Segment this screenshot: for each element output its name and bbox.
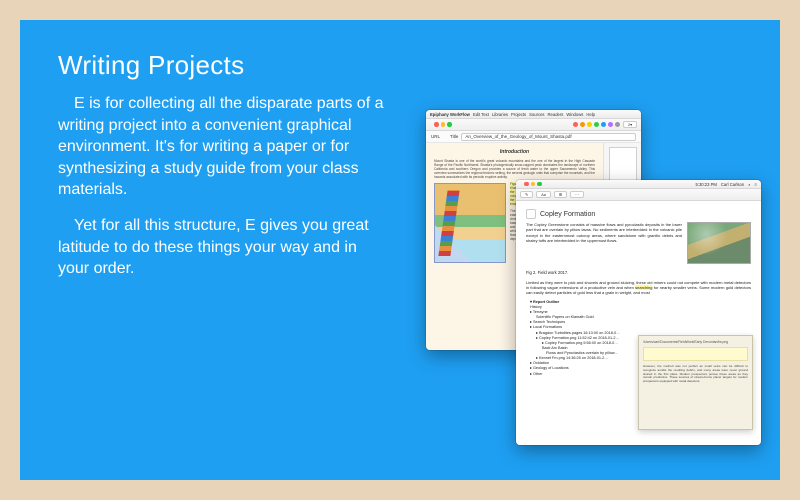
doc-heading: Introduction [434,149,595,155]
tag-orange[interactable] [580,122,585,127]
tag-purple[interactable] [608,122,613,127]
zoom-icon[interactable] [537,182,542,187]
url-label: URL [431,134,440,139]
menu-libraries[interactable]: Libraries [492,112,508,117]
figure-caption: Fig 2. Field work 2017. [526,270,751,276]
note-title: Copley Formation [540,211,595,218]
menu-edit-text[interactable]: Edit Text [473,112,489,117]
screenshot-group: Epiphany WorkFlow Edit Text Libraries Pr… [426,110,776,440]
page-title: Writing Projects [58,50,742,81]
note-body: Copley Formation The Copley Greenstone c… [516,201,761,445]
menu-bar: 5:30:23 PM Carl Carlson ⌕ ≡ [516,180,761,189]
file-path: /Users/carl/Documents/FieldWork/Early De… [643,340,748,344]
tag-gray[interactable] [615,122,620,127]
page-thumb[interactable] [609,147,637,183]
close-icon[interactable] [434,122,439,127]
tag-blue[interactable] [601,122,606,127]
panel-text: However, the method was not perfect as s… [643,365,748,384]
menu-sources[interactable]: Sources [529,112,544,117]
toolbar-button[interactable]: ⋯ [570,191,584,198]
intro-paragraph-1: E is for collecting all the disparate pa… [58,93,388,201]
title-label: Title [450,134,458,139]
user-name: Carl Carlson [721,182,744,187]
app-menu[interactable]: Epiphany WorkFlow [430,112,470,117]
minimize-icon[interactable] [531,182,536,187]
geology-map-figure [434,183,506,263]
highlighted-word: searching [635,285,652,290]
menu-help[interactable]: Help [586,112,595,117]
menu-windows[interactable]: Windows [566,112,583,117]
title-field[interactable] [461,133,636,141]
menu-projects[interactable]: Projects [511,112,526,117]
traffic-lights [520,180,546,188]
sticky-note[interactable] [643,347,748,361]
tag-green[interactable] [594,122,599,127]
window-toolbar: 2▾ [426,119,641,131]
minimize-icon[interactable] [441,122,446,127]
search-icon[interactable]: ⌕ [748,182,750,187]
field-photo [687,222,751,264]
app-window-notes: 5:30:23 PM Carl Carlson ⌕ ≡ ✎ Aa ⊞ ⋯ Cop… [516,180,761,445]
source-info-bar: URL Title [426,131,641,143]
traffic-lights [430,120,456,129]
close-icon[interactable] [524,182,529,187]
info-panel: /Users/carl/Documents/FieldWork/Early De… [638,335,753,430]
tag-colors [573,122,620,127]
menu-icon[interactable]: ≡ [755,182,757,187]
note-paragraph: Limited as they were to pick and shovels… [526,280,751,296]
toolbar-button[interactable]: Aa [536,191,551,198]
menu-readers[interactable]: Readers [548,112,564,117]
feature-panel: Writing Projects E is for collecting all… [20,20,780,480]
tag-yellow[interactable] [587,122,592,127]
toolbar-button[interactable]: ✎ [520,191,533,198]
menu-bar: Epiphany WorkFlow Edit Text Libraries Pr… [426,110,641,119]
toolbar-dropdown[interactable]: 2▾ [623,121,637,128]
color-swatch[interactable] [526,209,536,219]
note-toolbar: ✎ Aa ⊞ ⋯ [516,189,761,201]
toolbar-button[interactable]: ⊞ [554,191,567,198]
zoom-icon[interactable] [447,122,452,127]
timestamp: 5:30:23 PM [695,182,716,187]
tag-red[interactable] [573,122,578,127]
outline-header[interactable]: ▾ Report Outline [530,300,559,304]
intro-paragraph-2: Yet for all this structure, E gives you … [58,215,388,280]
